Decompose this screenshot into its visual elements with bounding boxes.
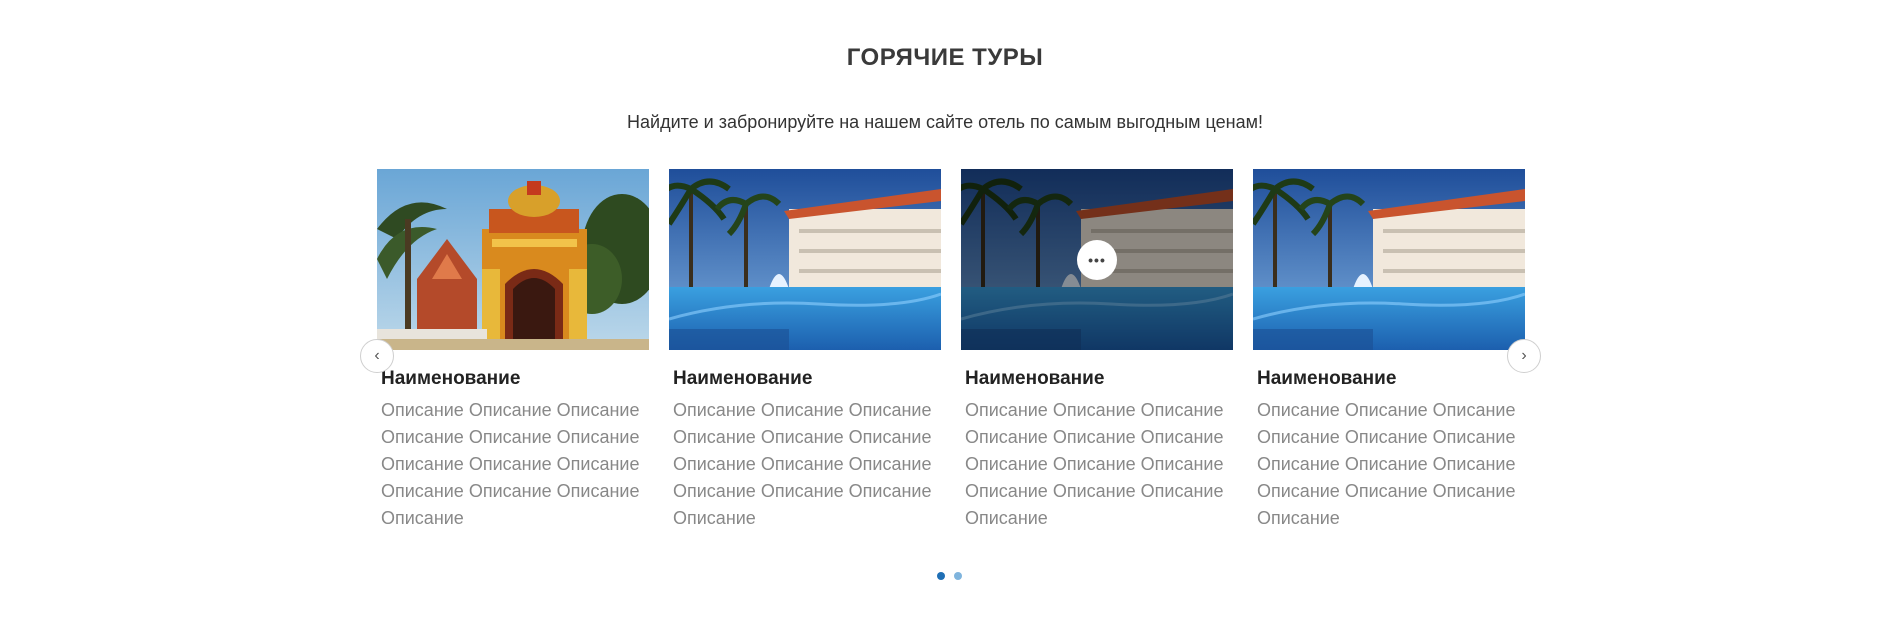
tour-name[interactable]: Наименование <box>673 368 941 390</box>
tour-image-resort[interactable] <box>1253 169 1525 350</box>
tour-description: Описание Описание Описание Описание Опис… <box>1257 400 1516 528</box>
section-subtitle: Найдите и забронируйте на нашем сайте от… <box>627 112 1263 132</box>
chevron-left-icon: ‹ <box>374 347 380 364</box>
more-icon[interactable]: ••• <box>1077 240 1117 280</box>
tour-name[interactable]: Наименование <box>965 368 1233 390</box>
tour-image-resort[interactable] <box>669 169 941 350</box>
pagination-dot[interactable] <box>954 572 962 580</box>
pagination-dots <box>937 572 962 580</box>
tour-card[interactable]: Наименование Описание Описание Описание … <box>669 169 941 532</box>
section-title: ГОРЯЧИЕ ТУРЫ <box>846 44 1044 71</box>
chevron-right-icon: › <box>1521 347 1527 364</box>
tour-description: Описание Описание Описание Описание Опис… <box>673 400 932 528</box>
tour-card[interactable]: Наименование Описание Описание Описание … <box>377 169 649 532</box>
tour-name[interactable]: Наименование <box>381 368 649 390</box>
tour-description: Описание Описание Описание Описание Опис… <box>965 400 1224 528</box>
tour-card[interactable]: ••• Наименование Описание Описание Описа… <box>961 169 1233 532</box>
tour-description: Описание Описание Описание Описание Опис… <box>381 400 640 528</box>
tour-image-resort[interactable]: ••• <box>961 169 1233 350</box>
tour-image-temple[interactable] <box>377 169 649 350</box>
prev-arrow-button[interactable]: ‹ <box>360 339 394 373</box>
tour-card[interactable]: Наименование Описание Описание Описание … <box>1253 169 1525 532</box>
tour-name[interactable]: Наименование <box>1257 368 1525 390</box>
next-arrow-button[interactable]: › <box>1507 339 1541 373</box>
hot-tours-section: ГОРЯЧИЕ ТУРЫ Найдите и забронируйте на н… <box>0 0 1890 622</box>
pagination-dot-active[interactable] <box>937 572 945 580</box>
